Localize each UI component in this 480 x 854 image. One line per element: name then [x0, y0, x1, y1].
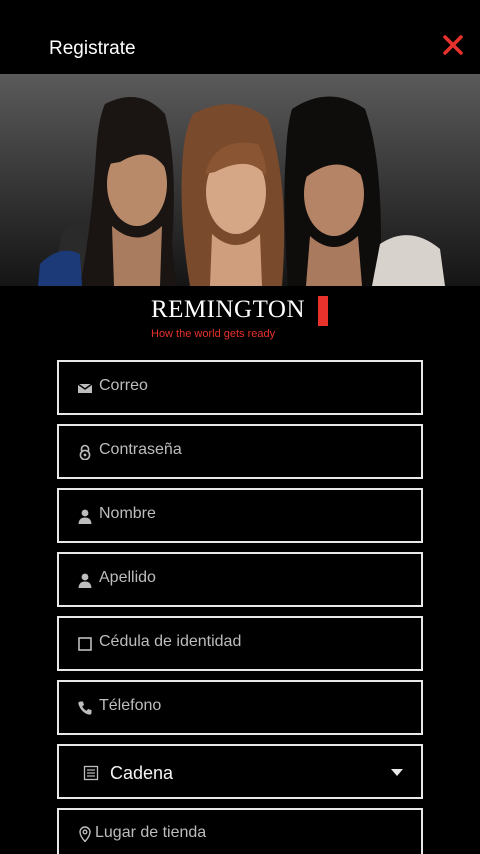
- last-name-placeholder: Apellido: [99, 569, 156, 586]
- user-icon: [78, 573, 92, 588]
- user-icon: [78, 509, 92, 524]
- location-pin-icon: [79, 826, 91, 842]
- page-title: Registrate: [49, 38, 136, 59]
- hero-image: [0, 74, 480, 286]
- phone-field[interactable]: Télefono: [57, 680, 423, 735]
- phone-icon: [78, 701, 92, 715]
- models-photo: [38, 96, 445, 286]
- lock-icon: [79, 444, 91, 460]
- close-icon[interactable]: [442, 34, 464, 56]
- brand-accent-bar: [318, 296, 328, 326]
- brand-logo: REMINGTON How the world gets ready: [150, 296, 340, 346]
- email-placeholder: Correo: [99, 377, 148, 394]
- id-card-placeholder: Cédula de identidad: [99, 633, 242, 650]
- password-field[interactable]: Contraseña: [57, 424, 423, 479]
- id-card-field[interactable]: Cédula de identidad: [57, 616, 423, 671]
- last-name-field[interactable]: Apellido: [57, 552, 423, 607]
- phone-placeholder: Télefono: [99, 697, 162, 714]
- brand-name: REMINGTON: [151, 296, 306, 323]
- chain-select[interactable]: Cadena: [57, 744, 423, 799]
- chevron-down-icon[interactable]: [391, 769, 403, 776]
- password-placeholder: Contraseña: [99, 441, 182, 458]
- brand-tagline: How the world gets ready: [151, 328, 276, 340]
- chain-selected-value: Cadena: [110, 763, 174, 783]
- checkbox-icon: [78, 637, 92, 651]
- first-name-placeholder: Nombre: [99, 505, 156, 522]
- store-location-field[interactable]: Lugar de tienda: [57, 808, 423, 854]
- store-location-placeholder: Lugar de tienda: [95, 824, 207, 841]
- app-header: Registrate: [0, 0, 480, 74]
- envelope-icon: [77, 383, 93, 393]
- first-name-field[interactable]: Nombre: [57, 488, 423, 543]
- email-field[interactable]: Correo: [57, 360, 423, 415]
- list-icon: [83, 765, 99, 781]
